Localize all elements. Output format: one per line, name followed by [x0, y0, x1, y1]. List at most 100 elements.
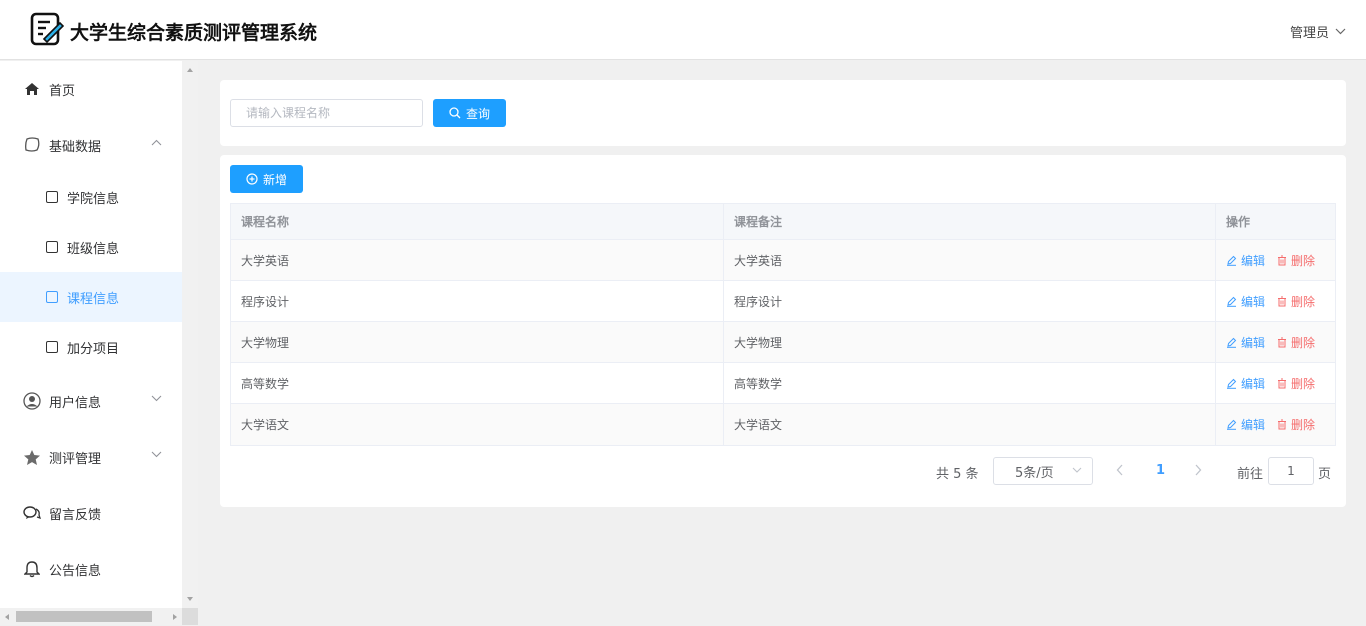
delete-button[interactable]: 删除 — [1277, 252, 1315, 269]
sidebar-item-users[interactable]: 用户信息 — [0, 373, 182, 429]
square-icon — [46, 191, 58, 203]
edit-label: 编辑 — [1241, 418, 1266, 432]
edit-icon — [1227, 337, 1237, 348]
cell-actions: 编辑 删除 — [1216, 240, 1335, 280]
cell-course-note: 大学物理 — [724, 322, 1216, 362]
sidebar-item-notice[interactable]: 公告信息 — [0, 541, 182, 597]
sidebar-item-home[interactable]: 首页 — [0, 61, 182, 117]
cell-actions: 编辑 删除 — [1216, 363, 1335, 403]
delete-label: 删除 — [1291, 418, 1316, 432]
trash-icon — [1278, 378, 1287, 388]
column-header-course-name[interactable]: 课程名称 — [231, 204, 724, 239]
delete-label: 删除 — [1291, 294, 1316, 309]
cell-course-name: 大学英语 — [231, 240, 724, 280]
cell-course-note: 高等数学 — [724, 363, 1216, 403]
scroll-down-icon[interactable] — [187, 597, 193, 601]
star-icon — [23, 448, 41, 466]
scroll-up-icon[interactable] — [187, 68, 193, 72]
sidebar-vertical-scrollbar[interactable] — [182, 61, 198, 608]
trash-icon — [1278, 255, 1287, 265]
table-row: 大学物理 大学物理 编辑 删除 — [231, 322, 1335, 363]
next-page-icon[interactable] — [1194, 464, 1202, 476]
chevron-down-icon — [1072, 467, 1082, 473]
course-table-panel: 新增 课程名称 课程备注 操作 大学英语 大学英语 编辑 删除 程序设计 程序设计 编辑 删除… — [220, 155, 1346, 507]
edit-button[interactable]: 编辑 — [1226, 334, 1265, 351]
edit-icon — [1227, 255, 1237, 266]
sidebar-subitem-class[interactable]: 班级信息 — [0, 222, 182, 272]
goto-label: 前往 — [1237, 467, 1264, 482]
sidebar: 首页 基础数据 学院信息 班级信息 课程信息 加分项目 用户信息 测评管理 留言… — [0, 61, 182, 608]
edit-button[interactable]: 编辑 — [1226, 252, 1265, 269]
delete-button[interactable]: 删除 — [1277, 375, 1315, 392]
chevron-down-icon — [151, 395, 162, 402]
square-icon — [46, 241, 58, 253]
cell-course-name: 高等数学 — [231, 363, 724, 403]
delete-label: 删除 — [1291, 335, 1316, 350]
goto-page-input[interactable] — [1268, 457, 1314, 485]
square-icon — [46, 291, 58, 303]
sidebar-subitem-bonus[interactable]: 加分项目 — [0, 322, 182, 372]
cell-course-name: 大学物理 — [231, 322, 724, 362]
column-header-course-note[interactable]: 课程备注 — [724, 204, 1216, 239]
sidebar-item-label: 测评管理 — [49, 451, 102, 467]
page-size-value: 5条/页 — [1015, 465, 1054, 481]
cell-course-note: 大学语文 — [724, 404, 1216, 445]
scrollbar-thumb[interactable] — [16, 611, 152, 622]
delete-button[interactable]: 删除 — [1277, 416, 1315, 433]
sidebar-subitem-course[interactable]: 课程信息 — [0, 272, 182, 322]
sidebar-item-label: 课程信息 — [67, 291, 120, 307]
sidebar-horizontal-scrollbar[interactable] — [0, 608, 182, 625]
trash-icon — [1278, 296, 1287, 306]
user-name: 管理员 — [1289, 26, 1329, 41]
pagination-total: 共 5 条 — [936, 467, 979, 482]
edit-button[interactable]: 编辑 — [1226, 293, 1265, 310]
bell-icon — [23, 560, 41, 578]
edit-document-icon — [30, 12, 64, 46]
cell-actions: 编辑 删除 — [1216, 281, 1335, 321]
scroll-right-icon[interactable] — [173, 614, 177, 620]
sidebar-item-label: 首页 — [49, 83, 76, 99]
edit-icon — [1227, 378, 1237, 389]
sidebar-item-label: 学院信息 — [67, 191, 120, 207]
edit-button[interactable]: 编辑 — [1226, 416, 1265, 433]
edit-icon — [1227, 296, 1237, 307]
page-size-select[interactable]: 5条/页 — [993, 457, 1093, 485]
delete-label: 删除 — [1291, 253, 1316, 268]
edit-label: 编辑 — [1241, 253, 1266, 268]
delete-button[interactable]: 删除 — [1277, 293, 1315, 310]
cell-course-note: 程序设计 — [724, 281, 1216, 321]
trash-icon — [1278, 337, 1287, 347]
edit-label: 编辑 — [1241, 376, 1266, 391]
course-search-input[interactable] — [230, 99, 423, 127]
sidebar-item-feedback[interactable]: 留言反馈 — [0, 485, 182, 541]
prev-page-icon[interactable] — [1116, 464, 1124, 476]
edit-button[interactable]: 编辑 — [1226, 375, 1265, 392]
search-button[interactable]: 查询 — [433, 99, 506, 127]
chevron-down-icon — [151, 451, 162, 458]
trash-icon — [1278, 419, 1287, 430]
sidebar-item-evaluation[interactable]: 测评管理 — [0, 429, 182, 485]
cell-course-name: 大学语文 — [231, 404, 724, 445]
app-title: 大学生综合素质测评管理系统 — [70, 22, 318, 44]
chevron-down-icon — [1335, 28, 1346, 35]
sidebar-item-basic-data[interactable]: 基础数据 — [0, 117, 182, 173]
scroll-left-icon[interactable] — [5, 614, 9, 620]
cell-actions: 编辑 删除 — [1216, 322, 1335, 362]
edit-label: 编辑 — [1241, 294, 1266, 309]
sidebar-subitem-college[interactable]: 学院信息 — [0, 172, 182, 222]
message-icon — [23, 504, 41, 522]
top-header: 大学生综合素质测评管理系统 管理员 — [0, 0, 1366, 60]
page-number-current[interactable]: 1 — [1156, 463, 1165, 478]
add-button[interactable]: 新增 — [230, 165, 303, 193]
user-circle-icon — [23, 392, 41, 410]
search-icon — [449, 107, 461, 119]
sidebar-item-label: 班级信息 — [67, 241, 120, 257]
plus-circle-icon — [246, 173, 258, 185]
table-row: 高等数学 高等数学 编辑 删除 — [231, 363, 1335, 404]
delete-button[interactable]: 删除 — [1277, 334, 1315, 351]
table-row: 程序设计 程序设计 编辑 删除 — [231, 281, 1335, 322]
home-icon — [23, 80, 41, 98]
sidebar-item-label: 公告信息 — [49, 563, 102, 579]
user-menu[interactable]: 管理员 — [1290, 22, 1346, 41]
scrollbar-corner — [182, 608, 198, 625]
